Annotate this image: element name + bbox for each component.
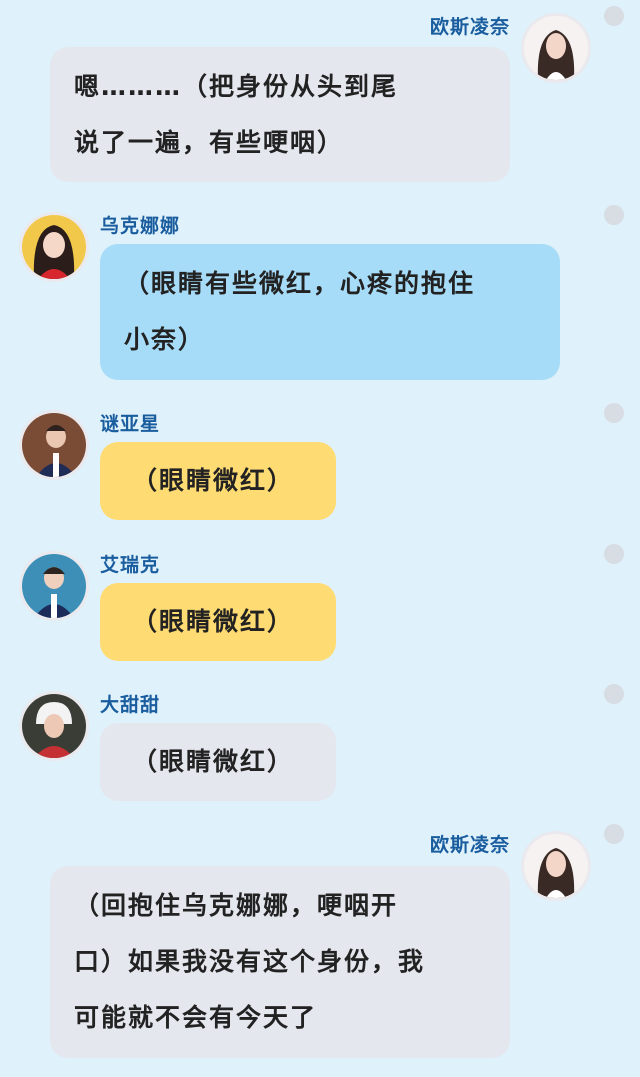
chat-message: 艾瑞克 （眼睛微红） [0,540,640,670]
more-dot-icon[interactable] [604,403,624,423]
message-line: 嗯………（把身份从头到尾 [74,72,399,101]
message-line: （眼睛有些微红，心疼的抱住 [124,269,476,298]
more-dot-icon[interactable] [604,684,624,704]
avatar-photo-icon [524,16,588,80]
message-bubble: （眼睛微红） [100,723,336,801]
message-bubble: （回抱住乌克娜娜，哽咽开 口）如果我没有这个身份，我 可能就不会有今天了 [50,866,510,1058]
avatar-photo-icon [22,554,86,618]
avatar[interactable] [524,16,588,80]
avatar[interactable] [524,834,588,898]
chat-message: 乌克娜娜 （眼睛有些微红，心疼的抱住 小奈） [0,200,640,390]
avatar[interactable] [22,554,86,618]
message-bubble: （眼睛微红） [100,583,336,661]
avatar[interactable] [22,413,86,477]
message-line: （眼睛微红） [132,747,295,776]
chat-message: 谜亚星 （眼睛微红） [0,398,640,528]
more-dot-icon[interactable] [604,544,624,564]
message-bubble: （眼睛微红） [100,442,336,520]
sender-name: 欧斯凌奈 [429,834,510,856]
sender-name: 大甜甜 [100,694,161,716]
avatar-photo-icon [22,215,86,279]
message-line: 说了一遍，有些哽咽） [74,128,345,157]
sender-name: 欧斯凌奈 [429,16,510,38]
chat-message: 欧斯凌奈 嗯………（把身份从头到尾 说了一遍，有些哽咽） [0,0,640,200]
message-bubble: （眼睛有些微红，心疼的抱住 小奈） [100,244,560,380]
message-line: （回抱住乌克娜娜，哽咽开 [74,891,399,920]
message-line: 可能就不会有今天了 [74,1003,318,1032]
chat-message: 欧斯凌奈 （回抱住乌克娜娜，哽咽开 口）如果我没有这个身份，我 可能就不会有今天… [0,818,640,1077]
message-bubble: 嗯………（把身份从头到尾 说了一遍，有些哽咽） [50,47,510,182]
message-line: （眼睛微红） [132,607,295,636]
sender-name: 艾瑞克 [100,554,161,576]
message-line: （眼睛微红） [132,466,295,495]
more-dot-icon[interactable] [604,6,624,26]
message-line: 口）如果我没有这个身份，我 [74,947,426,976]
avatar-photo-icon [524,834,588,898]
avatar-photo-icon [22,694,86,758]
more-dot-icon[interactable] [604,824,624,844]
avatar[interactable] [22,215,86,279]
sender-name: 乌克娜娜 [100,215,181,237]
message-line: 小奈） [124,325,206,354]
avatar-photo-icon [22,413,86,477]
more-dot-icon[interactable] [604,205,624,225]
avatar[interactable] [22,694,86,758]
sender-name: 谜亚星 [100,413,161,435]
chat-message: 大甜甜 （眼睛微红） [0,680,640,810]
